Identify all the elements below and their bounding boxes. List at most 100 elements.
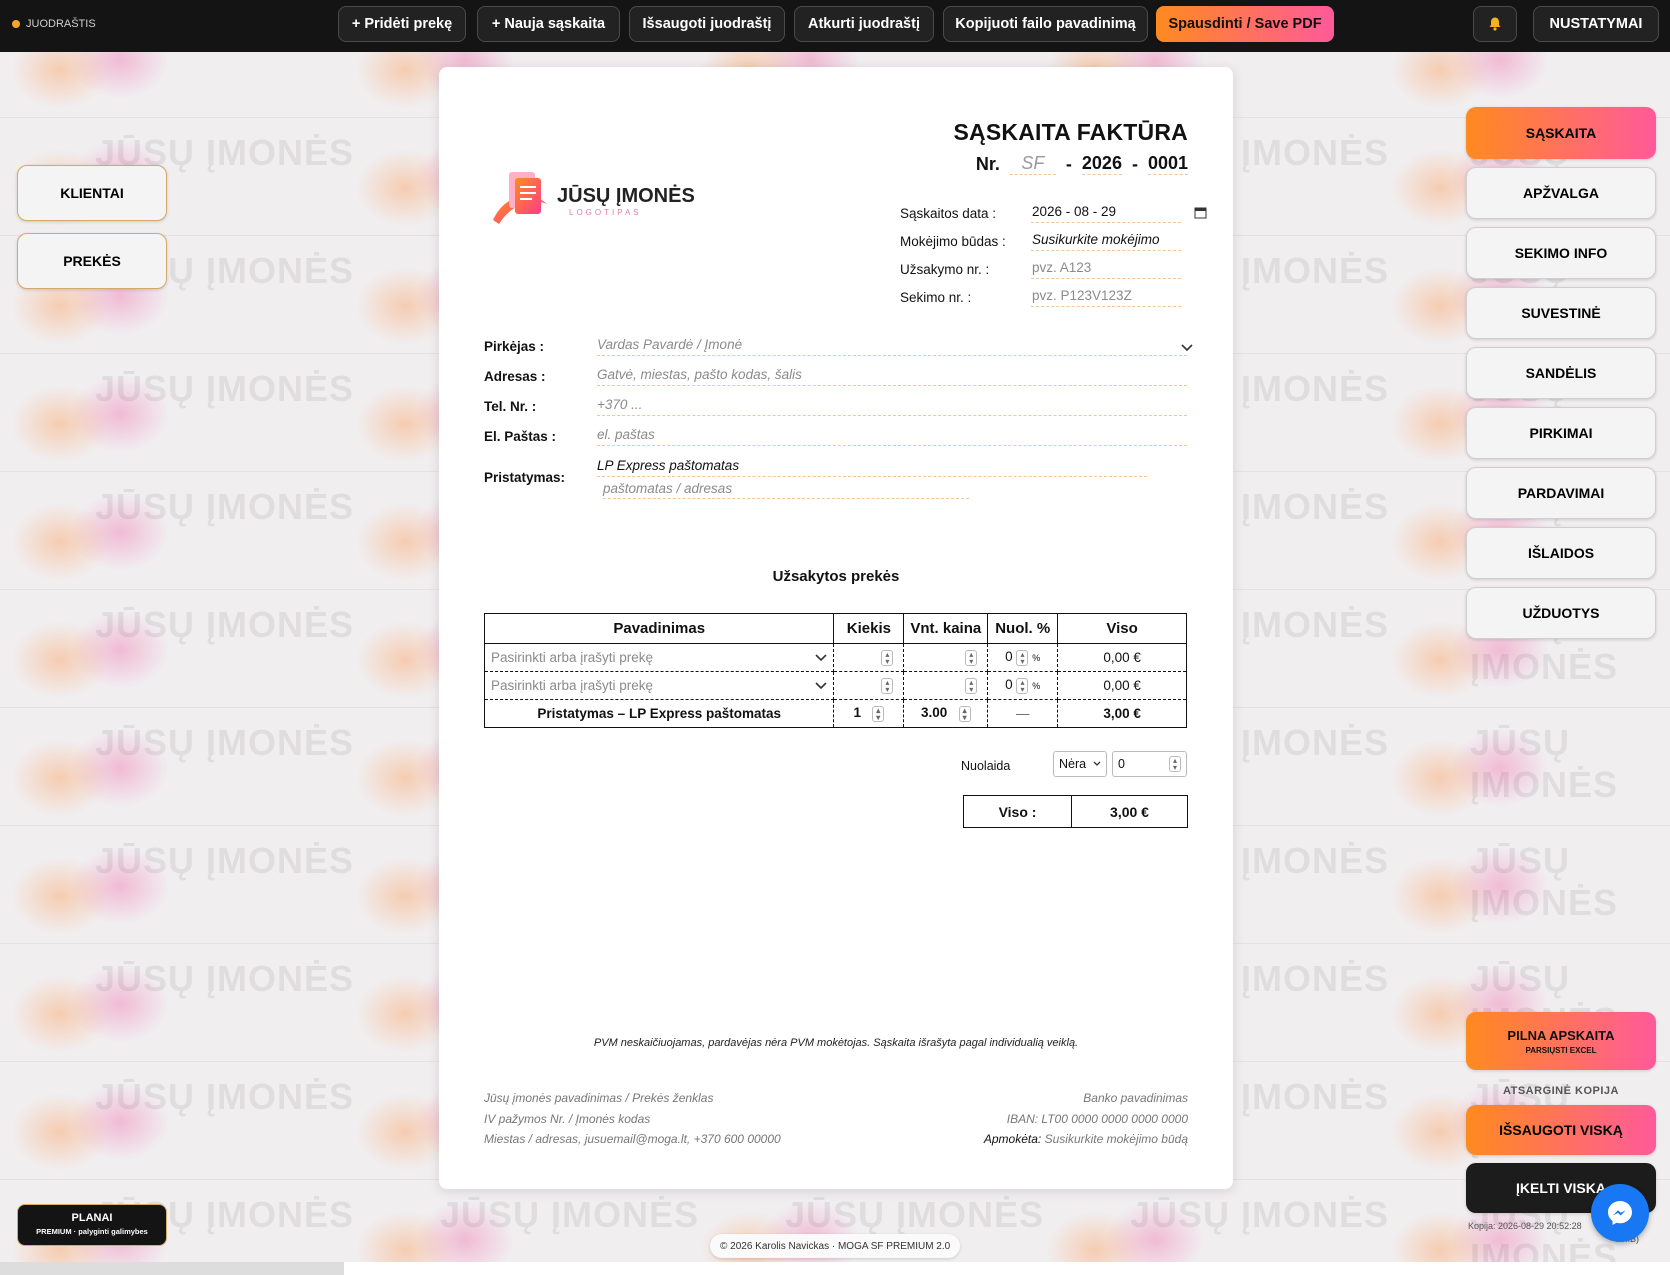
watermark-text: JŪSŲ ĮMONĖS	[95, 486, 355, 527]
col-total-header: Viso	[1057, 613, 1187, 644]
print-pdf-button[interactable]: Spausdinti / Save PDF	[1156, 6, 1334, 42]
top-toolbar: JUODRAŠTIS + Pridėti prekę + Nauja sąska…	[0, 0, 1670, 52]
discount-input[interactable]: 0 ▴ ▾ %	[987, 643, 1059, 672]
tab-summary[interactable]: SUVESTINĖ	[1466, 287, 1656, 339]
stepper-icon[interactable]: ▴ ▾	[1016, 677, 1029, 694]
delivery-total: 3,00 €	[1057, 699, 1187, 728]
tab-expenses[interactable]: IŠLAIDOS	[1466, 527, 1656, 579]
buyer-dropdown-chevron-icon[interactable]	[1181, 339, 1193, 357]
tab-invoice[interactable]: SĄSKAITA	[1466, 107, 1656, 159]
phone-input[interactable]: +370 ...	[597, 397, 642, 412]
invoice-date-underline	[1031, 222, 1181, 223]
table-row: Pasirinkti arba įrašyti prekę ▴ ▾ ▴ ▾ 0 ▴ ▾ % 0…	[483, 643, 1187, 672]
draft-status: JUODRAŠTIS	[12, 18, 96, 30]
qty-input[interactable]: ▴ ▾	[833, 671, 905, 700]
watermark-text: JŪSŲ ĮMONĖS	[440, 1194, 700, 1235]
address-input[interactable]: Gatvė, miestas, pašto kodas, šalis	[597, 367, 802, 382]
stepper-icon[interactable]: ▴ ▾	[965, 677, 978, 694]
calendar-icon[interactable]	[1194, 206, 1207, 224]
delivery-label: Pristatymas:	[484, 470, 566, 485]
items-table: Pavadinimas Kiekis Vnt. kaina Nuol. % Viso P…	[483, 613, 1187, 728]
tracking-number-input[interactable]: pvz. P123V123Z	[1032, 288, 1132, 303]
number-prefix-input[interactable]: SF	[1009, 153, 1056, 175]
watermark-text: JŪSŲ ĮMONĖS	[1130, 1194, 1390, 1235]
discount-input[interactable]: 0 ▴ ▾ %	[987, 671, 1059, 700]
email-label: El. Paštas :	[484, 429, 557, 444]
watermark-text: JŪSŲ ĮMONĖS	[95, 604, 355, 645]
stepper-icon[interactable]: ▴ ▾	[881, 677, 894, 694]
buyer-input[interactable]: Vardas Pavardė / Įmonė	[597, 337, 742, 352]
stepper-icon[interactable]: ▴ ▾	[1016, 649, 1029, 666]
number-seq-input[interactable]: 0001	[1147, 153, 1188, 175]
messenger-icon[interactable]	[1591, 1184, 1649, 1242]
backup-timestamp: Kopija: 2026-08-29 20:52:28	[1468, 1221, 1582, 1231]
save-draft-button[interactable]: Išsaugoti juodraštį	[629, 6, 785, 42]
chevron-down-icon	[815, 653, 827, 661]
watermark-text: JŪSŲ ĮMONĖS	[785, 1194, 1045, 1235]
number-year-input[interactable]: 2026	[1081, 153, 1122, 175]
bell-icon[interactable]	[1473, 6, 1517, 42]
delivery-address-input[interactable]: paštomatas / adresas	[603, 481, 732, 496]
price-input[interactable]: ▴ ▾	[903, 643, 989, 672]
stepper-icon[interactable]: ▴ ▾	[965, 649, 978, 666]
clients-nav-button[interactable]: KLIENTAI	[17, 165, 167, 221]
plans-button[interactable]: PLANAI PREMIUM · palyginti galimybes	[17, 1204, 167, 1246]
stepper-icon[interactable]: ▴ ▾	[958, 705, 971, 722]
copy-filename-button[interactable]: Kopijuoti failo pavadinimą	[943, 6, 1148, 42]
discount-value-input[interactable]: 0 ▴ ▾	[1112, 751, 1187, 777]
status-dot-icon	[12, 20, 20, 28]
stepper-icon[interactable]: ▴ ▾	[872, 705, 885, 722]
address-label: Adresas :	[484, 369, 546, 384]
delivery-price-input[interactable]: 3.00 ▴ ▾	[903, 699, 989, 728]
discount-type-select[interactable]: Nėra	[1053, 751, 1107, 777]
save-all-button[interactable]: IŠSAUGOTI VISKĄ	[1466, 1105, 1656, 1155]
col-qty-header: Kiekis	[833, 613, 905, 644]
new-invoice-button[interactable]: + Nauja sąskaita	[477, 6, 620, 42]
order-number-underline	[1031, 278, 1181, 279]
tab-overview[interactable]: APŽVALGA	[1466, 167, 1656, 219]
email-input[interactable]: el. paštas	[597, 427, 655, 442]
tab-tracking[interactable]: SEKIMO INFO	[1466, 227, 1656, 279]
phone-label: Tel. Nr. :	[484, 399, 537, 414]
stepper-icon[interactable]: ▴ ▾	[881, 649, 894, 666]
products-nav-button[interactable]: PREKĖS	[17, 233, 167, 289]
stepper-icon[interactable]: ▴ ▾	[1169, 756, 1181, 772]
full-accounting-button[interactable]: PILNA APSKAITA PARSIŲSTI EXCEL	[1466, 1012, 1656, 1070]
payment-method-label: Mokėjimo būdas :	[900, 234, 1006, 249]
total-box: Viso : 3,00 €	[963, 795, 1188, 828]
item-select[interactable]: Pasirinkti arba įrašyti prekę	[483, 671, 835, 700]
tab-sales[interactable]: PARDAVIMAI	[1466, 467, 1656, 519]
price-input[interactable]: ▴ ▾	[903, 671, 989, 700]
watermark-text: JŪSŲ ĮMONĖS	[95, 840, 355, 881]
delivery-qty-input[interactable]: 1 ▴ ▾	[833, 699, 905, 728]
company-logo[interactable]: JŪSŲ ĮMONĖS LOGOTIPAS	[485, 164, 700, 234]
qty-input[interactable]: ▴ ▾	[833, 643, 905, 672]
payment-method-input[interactable]: Susikurkite mokėjimo	[1032, 232, 1160, 247]
discount-label: Nuolaida	[961, 759, 1011, 773]
backup-label: ATSARGINĖ KOPIJA	[1503, 1085, 1619, 1097]
chevron-down-icon	[1093, 761, 1101, 766]
col-discount-header: Nuol. %	[987, 613, 1059, 644]
tab-purchases[interactable]: PIRKIMAI	[1466, 407, 1656, 459]
footer-bank-info[interactable]: Banko pavadinimas IBAN: LT00 0000 0000 0…	[984, 1088, 1188, 1150]
invoice-paper: SĄSKAITA FAKTŪRA Nr. SF - 2026 - 0001 JŪ…	[439, 67, 1233, 1189]
watermark-text: JŪSŲ ĮMONĖS	[1470, 722, 1619, 805]
settings-button[interactable]: NUSTATYMAI	[1533, 6, 1659, 42]
order-number-input[interactable]: pvz. A123	[1032, 260, 1091, 275]
tab-warehouse[interactable]: SANDĖLIS	[1466, 347, 1656, 399]
watermark-text: JŪSŲ ĮMONĖS	[95, 1076, 355, 1117]
vat-note: PVM neskaičiuojamas, pardavėjas nėra PVM…	[593, 1037, 1079, 1049]
item-select[interactable]: Pasirinkti arba įrašyti prekę	[483, 643, 835, 672]
watermark-text: JŪSŲ ĮMONĖS	[95, 368, 355, 409]
footer-seller-info[interactable]: Jūsų įmonės pavadinimas / Prekės ženklas…	[484, 1088, 781, 1150]
row-total: 0,00 €	[1057, 671, 1187, 700]
restore-draft-button[interactable]: Atkurti juodraštį	[794, 6, 934, 42]
col-name-header: Pavadinimas	[483, 613, 835, 644]
invoice-date-input[interactable]: 2026 - 08 - 29	[1032, 204, 1116, 219]
add-item-button[interactable]: + Pridėti prekę	[338, 6, 466, 42]
tracking-number-label: Sekimo nr. :	[900, 290, 972, 305]
delivery-method-input[interactable]: LP Express paštomatas	[597, 458, 739, 473]
watermark-text: JŪSŲ ĮMONĖS	[1470, 840, 1619, 923]
tab-tasks[interactable]: UŽDUOTYS	[1466, 587, 1656, 639]
invoice-title: SĄSKAITA FAKTŪRA	[953, 119, 1188, 145]
